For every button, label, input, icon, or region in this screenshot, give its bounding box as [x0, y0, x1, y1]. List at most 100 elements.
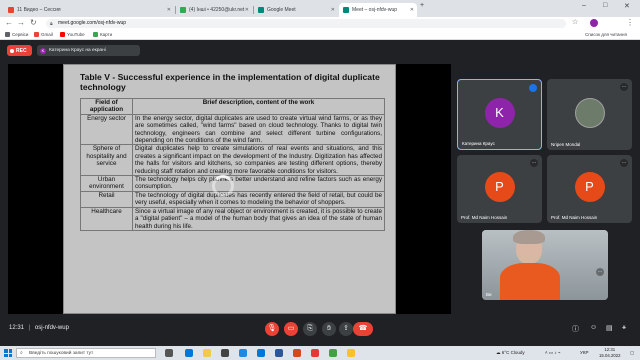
people-icon[interactable]: ☺︎ [590, 324, 597, 331]
activities-icon[interactable]: ⚹ [622, 324, 626, 332]
meeting-code: osj-nfdv-wup [34, 325, 69, 331]
bookmark-maps[interactable]: Карти [93, 32, 112, 37]
mail-icon[interactable] [239, 349, 247, 357]
youtube-icon [60, 32, 65, 37]
task-view-icon[interactable] [165, 349, 173, 357]
tab-label: Google Meet [267, 7, 296, 13]
window-close-icon[interactable]: ✕ [624, 2, 630, 10]
rec-label: REC [16, 47, 27, 54]
field-cell: Sphere of hospitality and service [80, 144, 133, 177]
windows-start-icon[interactable] [4, 349, 12, 357]
close-icon[interactable]: ✕ [245, 7, 249, 13]
taskbar-search-input[interactable]: ⌕ Введіть пошуковий запит тут [16, 348, 156, 358]
browser-tab-3[interactable]: Google Meet ✕ [254, 3, 338, 17]
tab-label: 11 Видео – Сессия [17, 7, 61, 13]
weather-widget[interactable]: ☁︎ 6°C Cloudy [496, 350, 525, 356]
menu-icon[interactable]: ⋮ [626, 18, 634, 27]
raise-hand-button[interactable]: ✋︎ [322, 322, 336, 336]
url-field[interactable]: meet.google.com/osj-nfdv-wup [46, 19, 566, 28]
self-view-tile[interactable]: ⋯ Ви [482, 230, 608, 300]
close-icon[interactable]: ✕ [331, 7, 335, 13]
bookmark-apps[interactable]: Сервіси [5, 32, 28, 37]
apps-icon [5, 32, 10, 37]
present-icon: ⇪ [343, 325, 349, 332]
minimize-icon[interactable]: – [582, 2, 586, 9]
maximize-icon[interactable]: □ [603, 2, 607, 9]
taskbar-clock[interactable]: 12:31 15.04.2022 [599, 347, 621, 358]
app-icon[interactable] [311, 349, 319, 357]
close-icon[interactable]: ✕ [410, 7, 414, 13]
tab-favicon-icon [8, 7, 14, 13]
browser-tab-active[interactable]: Meet – osj-nfdv-wup ✕ [339, 3, 417, 17]
tab-favicon-icon [343, 7, 349, 13]
notification-icon[interactable]: ▢ [630, 350, 634, 356]
back-icon[interactable]: ← [5, 18, 13, 27]
participant-tile[interactable]: ⋯ Nripen Mondal [547, 79, 632, 150]
close-icon[interactable]: ✕ [167, 7, 171, 13]
bookmarks-bar: Сервіси Gmail YouTube Карти Список для ч… [0, 30, 640, 40]
browser-tab-2[interactable]: (4) Інші • 42250@ukr.net ✕ [176, 3, 252, 17]
self-hair [513, 230, 545, 244]
participant-tile[interactable]: P ⋯ Prof. Md Naim Hossain [457, 155, 542, 223]
app-icon[interactable] [257, 349, 265, 357]
presenting-label: Катерина Краус на екрані [49, 48, 106, 53]
edge-icon[interactable] [185, 349, 193, 357]
camera-toggle-button[interactable]: ▭ [284, 322, 298, 336]
mic-off-icon: ⋯ [620, 83, 628, 91]
chat-icon[interactable]: ▤ [606, 324, 613, 332]
present-button[interactable]: ⇪ [339, 322, 353, 336]
presenting-chip[interactable]: K Катерина Краус на екрані [37, 45, 140, 56]
chrome-icon[interactable] [347, 349, 355, 357]
participant-tile[interactable]: P ⋯ Prof. Md Naim Hossain [547, 155, 632, 223]
forward-icon[interactable]: → [17, 18, 25, 27]
reading-list[interactable]: Список для читання [585, 32, 627, 37]
profile-avatar[interactable] [590, 19, 598, 27]
description-cell: Digital duplicates help to create simula… [132, 144, 385, 177]
table-row: Sphere of hospitality and service Digita… [80, 144, 385, 177]
tab-favicon-icon [180, 7, 186, 13]
bookmark-gmail[interactable]: Gmail [34, 32, 53, 37]
participant-photo-avatar [574, 97, 605, 128]
reload-icon[interactable]: ↻ [30, 18, 37, 27]
participant-avatar: K [484, 97, 515, 128]
bookmark-label: Сервіси [12, 32, 29, 37]
table-row: Energy sector In the energy sector, digi… [80, 113, 385, 146]
loading-spinner-icon [212, 175, 234, 197]
end-call-button[interactable]: ☎︎ [353, 322, 373, 336]
meet-window: REC K Катерина Краус на екрані Table V -… [0, 41, 640, 340]
app-icon[interactable] [329, 349, 337, 357]
bookmark-youtube[interactable]: YouTube [60, 32, 85, 37]
participant-name: Nripen Mondal [551, 142, 581, 147]
powerpoint-icon[interactable] [293, 349, 301, 357]
weather-label: 6°C Cloudy [501, 350, 525, 355]
language-indicator[interactable]: УКР [580, 350, 588, 355]
table-row: Retail The technology of digital duplica… [80, 190, 385, 208]
new-tab-icon[interactable]: + [420, 2, 424, 9]
description-cell: In the energy sector, digital duplicates… [132, 113, 385, 146]
field-cell: Retail [80, 190, 133, 208]
participant-name: Ви [486, 292, 492, 297]
file-explorer-icon[interactable] [203, 349, 211, 357]
mic-off-icon: 🎙︎ [267, 325, 277, 332]
field-cell: Energy sector [80, 113, 133, 146]
record-icon [10, 48, 14, 53]
tab-favicon-icon [258, 7, 264, 13]
tray-icons[interactable]: ˄ ▭ ♪ ⌁ [545, 350, 561, 356]
description-cell: The technology helps city planners bette… [132, 175, 385, 192]
mic-toggle-button[interactable]: 🎙︎ [265, 322, 279, 336]
star-icon[interactable]: ☆ [572, 18, 578, 26]
captions-icon: ⎘ [307, 325, 313, 332]
captions-button[interactable]: ⎘ [303, 322, 317, 336]
slide-title: Table V - Successful experience in the i… [80, 72, 380, 92]
info-icon[interactable]: ⓘ [572, 324, 579, 334]
phone-hangup-icon: ☎︎ [358, 325, 368, 332]
word-icon[interactable] [275, 349, 283, 357]
mic-off-icon: ⋯ [620, 159, 628, 167]
store-icon[interactable] [221, 349, 229, 357]
clock-date: 15.04.2022 [599, 352, 621, 358]
description-cell: Since a virtual image of any real object… [132, 206, 385, 231]
separator: | [28, 325, 31, 331]
description-cell: The technology of digital duplicates has… [132, 190, 385, 208]
participant-tile[interactable]: K Катерина Краус [457, 79, 542, 150]
browser-tab-1[interactable]: 11 Видео – Сессия ✕ [4, 3, 174, 17]
